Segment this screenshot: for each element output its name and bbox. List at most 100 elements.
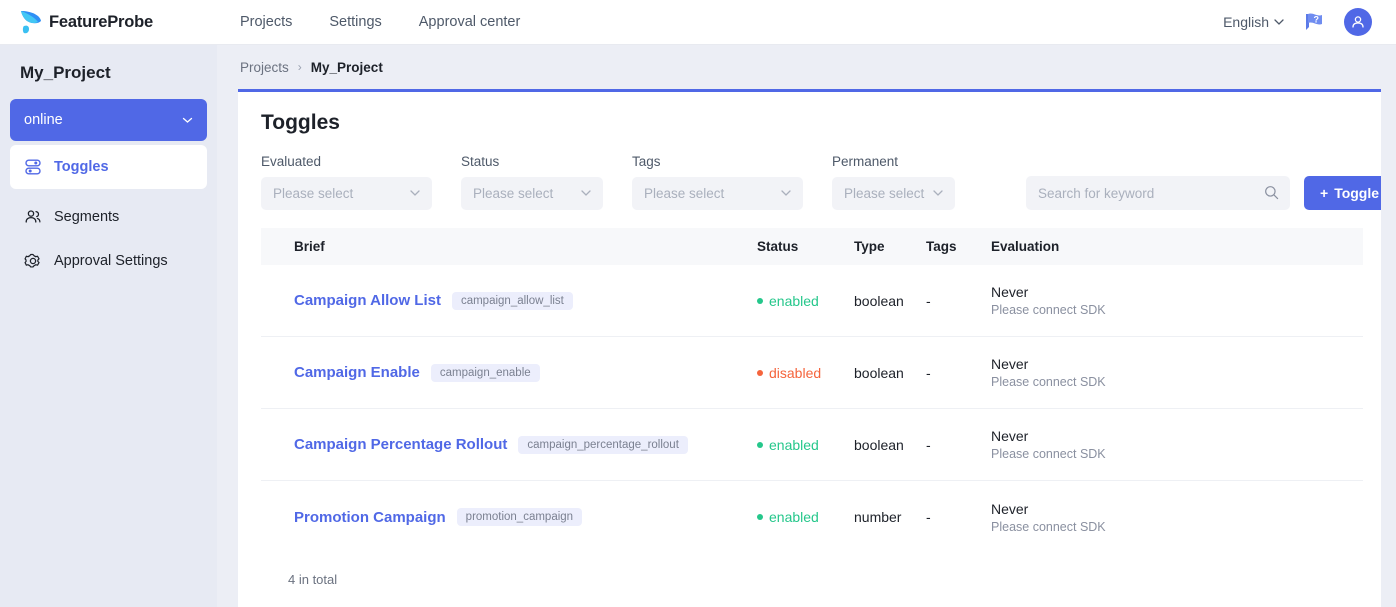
chevron-down-icon bbox=[410, 190, 420, 197]
toggle-key-badge: promotion_campaign bbox=[457, 508, 582, 526]
language-label: English bbox=[1223, 14, 1269, 30]
cell-type: boolean bbox=[854, 365, 926, 381]
sidebar-item-label: Approval Settings bbox=[54, 253, 168, 269]
status-dot-icon bbox=[757, 514, 763, 520]
breadcrumb-separator-icon: › bbox=[298, 60, 302, 74]
toggle-key-badge: campaign_enable bbox=[431, 364, 540, 382]
status-badge: enabled bbox=[757, 509, 854, 525]
cell-brief: Campaign Allow List campaign_allow_list bbox=[294, 292, 757, 310]
sidebar-item-segments[interactable]: Segments bbox=[10, 195, 207, 239]
status-badge: disabled bbox=[757, 365, 854, 381]
chevron-down-icon bbox=[781, 190, 791, 197]
top-navigation-bar: FeatureProbe Projects Settings Approval … bbox=[0, 0, 1396, 45]
status-badge: enabled bbox=[757, 293, 854, 309]
toggle-name-link[interactable]: Campaign Enable bbox=[294, 364, 420, 381]
nav-item-projects[interactable]: Projects bbox=[238, 8, 294, 36]
add-toggle-label: Toggle bbox=[1334, 185, 1379, 201]
toggle-name-link[interactable]: Promotion Campaign bbox=[294, 509, 446, 526]
cell-evaluation: Never Please connect SDK bbox=[991, 284, 1363, 317]
toggle-name-link[interactable]: Campaign Percentage Rollout bbox=[294, 436, 507, 453]
column-header-status: Status bbox=[757, 239, 854, 254]
sidebar-item-approval-settings[interactable]: Approval Settings bbox=[10, 239, 207, 283]
environment-selector[interactable]: online bbox=[10, 99, 207, 141]
status-dot-icon bbox=[757, 370, 763, 376]
brand-name: FeatureProbe bbox=[49, 13, 153, 32]
cell-evaluation: Never Please connect SDK bbox=[991, 356, 1363, 389]
status-label: enabled bbox=[769, 437, 819, 453]
cell-brief: Campaign Percentage Rollout campaign_per… bbox=[294, 436, 757, 454]
top-bar-right-controls: English ? bbox=[1223, 8, 1372, 36]
total-count-label: 4 in total bbox=[238, 553, 1381, 587]
top-nav-items: Projects Settings Approval center bbox=[238, 8, 522, 36]
column-header-tags: Tags bbox=[926, 239, 991, 254]
search-icon[interactable] bbox=[1264, 185, 1279, 200]
search-input[interactable] bbox=[1038, 186, 1278, 201]
tags-select[interactable]: Please select bbox=[632, 177, 803, 210]
chevron-down-icon bbox=[1274, 19, 1284, 26]
nav-item-settings[interactable]: Settings bbox=[327, 8, 383, 36]
chevron-down-icon bbox=[182, 117, 193, 124]
svg-text:?: ? bbox=[1314, 15, 1320, 25]
search-box[interactable] bbox=[1026, 176, 1290, 210]
environment-label: online bbox=[24, 112, 63, 128]
evaluation-value: Never bbox=[991, 428, 1363, 444]
status-badge: enabled bbox=[757, 437, 854, 453]
column-header-type: Type bbox=[854, 239, 926, 254]
cell-status: disabled bbox=[757, 365, 854, 381]
toggle-name-link[interactable]: Campaign Allow List bbox=[294, 292, 441, 309]
cell-tags: - bbox=[926, 509, 991, 525]
cell-type: boolean bbox=[854, 437, 926, 453]
breadcrumb: Projects › My_Project bbox=[217, 45, 1396, 89]
evaluation-value: Never bbox=[991, 356, 1363, 372]
table-row[interactable]: Promotion Campaign promotion_campaign en… bbox=[261, 481, 1363, 553]
evaluation-hint: Please connect SDK bbox=[991, 303, 1363, 317]
status-label: enabled bbox=[769, 293, 819, 309]
filter-label: Evaluated bbox=[261, 154, 432, 169]
user-avatar[interactable] bbox=[1344, 8, 1372, 36]
status-select[interactable]: Please select bbox=[461, 177, 603, 210]
gear-icon bbox=[24, 252, 42, 270]
status-label: enabled bbox=[769, 509, 819, 525]
evaluation-value: Never bbox=[991, 501, 1363, 517]
status-dot-icon bbox=[757, 298, 763, 304]
page-title: Toggles bbox=[238, 92, 1381, 135]
select-placeholder: Please select bbox=[473, 186, 553, 201]
nav-item-approval-center[interactable]: Approval center bbox=[417, 8, 523, 36]
brand-logo[interactable]: FeatureProbe bbox=[18, 8, 153, 36]
column-header-evaluation: Evaluation bbox=[991, 239, 1363, 254]
table-row[interactable]: Campaign Percentage Rollout campaign_per… bbox=[261, 409, 1363, 481]
cell-tags: - bbox=[926, 437, 991, 453]
language-selector[interactable]: English bbox=[1223, 14, 1284, 30]
cell-status: enabled bbox=[757, 509, 854, 525]
segments-users-icon bbox=[24, 208, 42, 226]
table-row[interactable]: Campaign Enable campaign_enable disabled… bbox=[261, 337, 1363, 409]
cell-tags: - bbox=[926, 293, 991, 309]
select-placeholder: Please select bbox=[844, 186, 924, 201]
permanent-select[interactable]: Please select bbox=[832, 177, 955, 210]
filter-evaluated: Evaluated Please select bbox=[261, 154, 432, 210]
chevron-down-icon bbox=[581, 190, 591, 197]
cell-tags: - bbox=[926, 365, 991, 381]
filter-status: Status Please select bbox=[461, 154, 603, 210]
cell-status: enabled bbox=[757, 293, 854, 309]
table-row[interactable]: Campaign Allow List campaign_allow_list … bbox=[261, 265, 1363, 337]
cell-type: boolean bbox=[854, 293, 926, 309]
chevron-down-icon bbox=[933, 190, 943, 197]
sidebar-item-label: Segments bbox=[54, 209, 119, 225]
cell-type: number bbox=[854, 509, 926, 525]
sidebar-item-toggles[interactable]: Toggles bbox=[10, 145, 207, 189]
toggle-actions: + Toggle bbox=[1304, 176, 1381, 210]
select-placeholder: Please select bbox=[273, 186, 353, 201]
cell-evaluation: Never Please connect SDK bbox=[991, 428, 1363, 461]
toggles-card: Toggles Evaluated Please select Status P… bbox=[238, 89, 1381, 607]
filter-label: Permanent bbox=[832, 154, 955, 169]
evaluation-hint: Please connect SDK bbox=[991, 375, 1363, 389]
user-avatar-icon bbox=[1350, 14, 1366, 30]
evaluated-select[interactable]: Please select bbox=[261, 177, 432, 210]
evaluation-hint: Please connect SDK bbox=[991, 447, 1363, 461]
select-placeholder: Please select bbox=[644, 186, 724, 201]
add-toggle-button[interactable]: + Toggle bbox=[1304, 176, 1381, 210]
filter-tags: Tags Please select bbox=[632, 154, 803, 210]
breadcrumb-parent[interactable]: Projects bbox=[240, 60, 289, 75]
help-question-flag-icon[interactable]: ? bbox=[1302, 10, 1326, 34]
